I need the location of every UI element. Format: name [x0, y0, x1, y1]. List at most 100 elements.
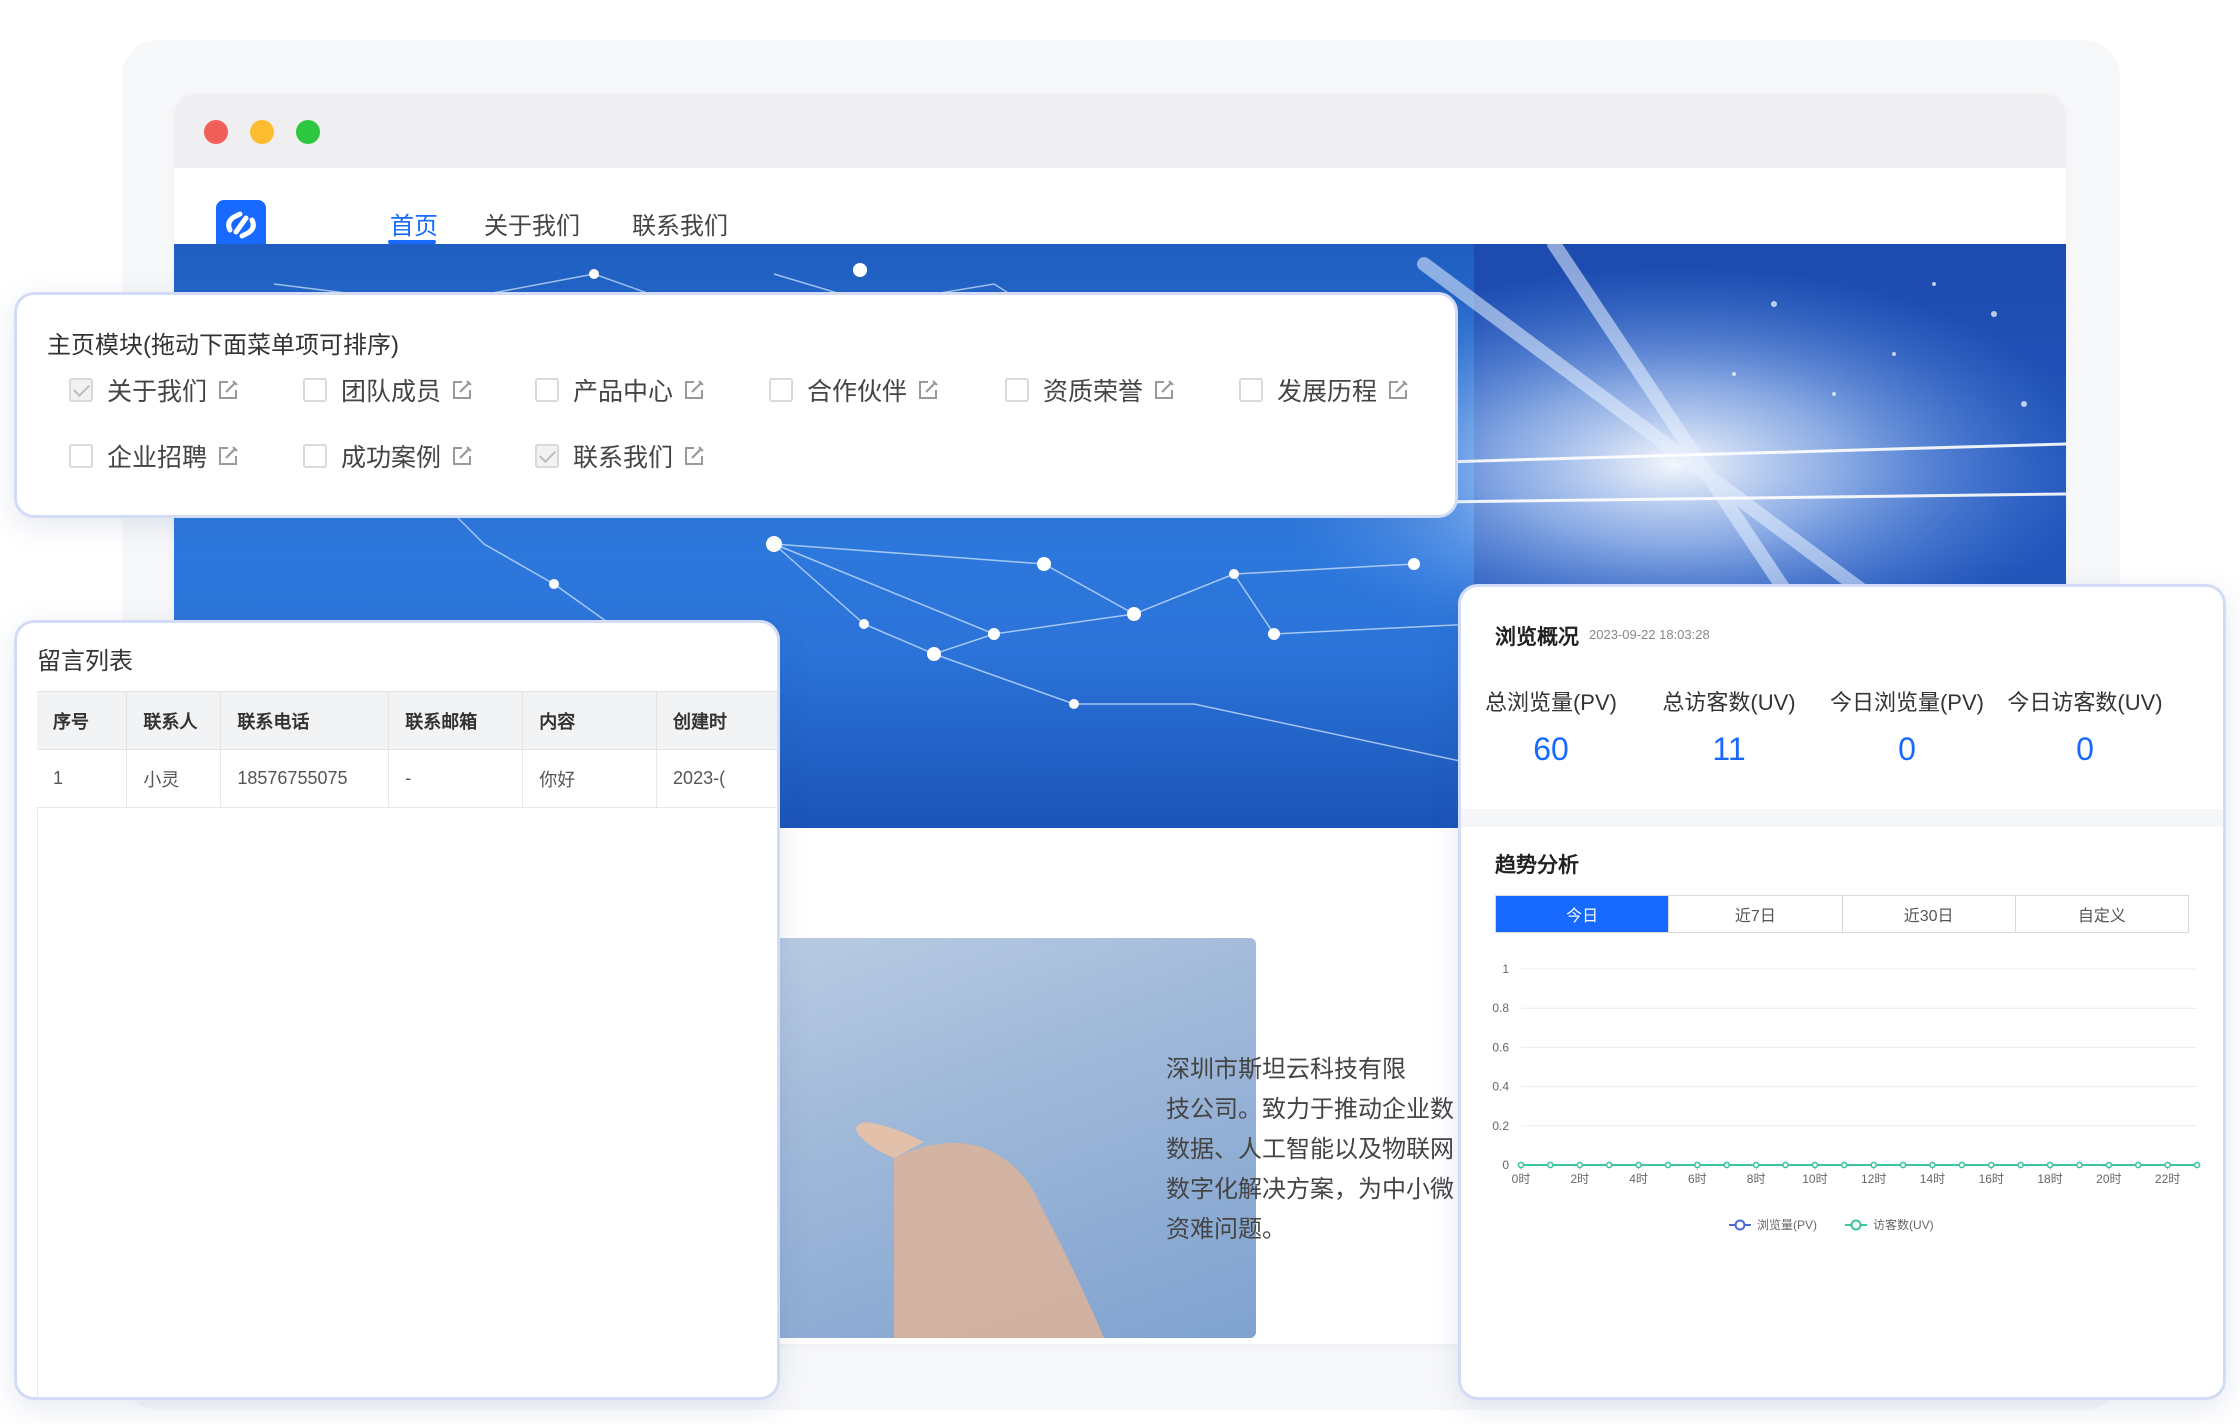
tab-custom[interactable]: 自定义: [2016, 896, 2188, 932]
module-checkbox[interactable]: [769, 378, 793, 402]
metric-label: 今日访客数(UV): [2007, 690, 2163, 715]
close-window-dot[interactable]: [204, 120, 228, 144]
table-row[interactable]: 1 小灵 18576755075 - 你好 2023-(: [37, 749, 777, 808]
series-point: [1988, 1161, 1995, 1169]
series-point: [1958, 1161, 1966, 1169]
x-tick-label: 12时: [1861, 1172, 1886, 1186]
module-label: 企业招聘: [107, 444, 208, 472]
edit-icon[interactable]: [683, 379, 705, 401]
series-point: [1547, 1161, 1554, 1169]
y-tick-label: 0.6: [1492, 1040, 1509, 1054]
minimize-window-dot[interactable]: [250, 120, 274, 144]
column-header-created[interactable]: 创建时: [656, 691, 777, 750]
module-checkbox[interactable]: [69, 378, 93, 402]
series-point: [1899, 1161, 1907, 1169]
module-checkbox[interactable]: [535, 378, 559, 402]
module-item[interactable]: 发展历程: [1239, 373, 1409, 407]
module-checkbox[interactable]: [303, 378, 327, 402]
module-label: 产品中心: [573, 378, 674, 406]
x-tick-label: 2时: [1570, 1172, 1589, 1186]
trend-range-tabs: 今日 近7日 近30日 自定义: [1495, 895, 2189, 933]
cell-contact: 小灵: [126, 749, 222, 808]
edit-icon[interactable]: [451, 445, 473, 467]
module-item[interactable]: 企业招聘: [69, 439, 239, 473]
module-item[interactable]: 产品中心: [535, 373, 705, 407]
y-tick-label: 0.4: [1492, 1080, 1509, 1094]
module-checkbox[interactable]: [535, 444, 559, 468]
x-tick-label: 6时: [1688, 1172, 1707, 1186]
metric-label: 今日浏览量(PV): [1829, 690, 1984, 715]
edit-icon[interactable]: [917, 379, 939, 401]
module-item[interactable]: 资质荣誉: [1005, 373, 1175, 407]
series-point: [1929, 1161, 1936, 1169]
y-tick-label: 1: [1502, 962, 1509, 976]
module-label: 合作伙伴: [807, 378, 908, 406]
series-point: [2134, 1161, 2142, 1169]
series-point: [1841, 1161, 1848, 1169]
messages-panel: 留言列表 序号 联系人 联系电话 联系邮箱 内容 创建时 1 小灵 185767…: [14, 620, 780, 1400]
column-header-index[interactable]: 序号: [37, 691, 128, 750]
metric-total-uv: 总访客数(UV) 11: [1639, 685, 1819, 768]
module-checkbox[interactable]: [303, 444, 327, 468]
series-point: [1782, 1161, 1789, 1169]
site-navbar: [174, 168, 2066, 244]
overview-title: 浏览概况: [1495, 626, 1579, 649]
module-checkbox[interactable]: [69, 444, 93, 468]
x-tick-label: 20时: [2096, 1172, 2121, 1186]
module-item[interactable]: 关于我们: [69, 373, 239, 407]
modules-title: 主页模块(拖动下面菜单项可排序): [47, 332, 399, 359]
cell-content: 你好: [522, 749, 658, 808]
maximize-window-dot[interactable]: [296, 120, 320, 144]
series-point: [1811, 1161, 1819, 1169]
edit-icon[interactable]: [217, 379, 239, 401]
column-header-phone[interactable]: 联系电话: [220, 691, 390, 750]
edit-icon[interactable]: [683, 445, 705, 467]
module-checkbox[interactable]: [1005, 378, 1029, 402]
series-point: [1605, 1161, 1613, 1169]
column-header-content[interactable]: 内容: [522, 691, 658, 750]
cell-created: 2023-(: [656, 749, 777, 808]
module-label: 发展历程: [1277, 378, 1378, 406]
series-point: [2164, 1161, 2171, 1169]
series-point: [2105, 1161, 2113, 1169]
metric-today-uv: 今日访客数(UV) 0: [1995, 685, 2175, 768]
tab-today[interactable]: 今日: [1496, 896, 1670, 932]
column-header-contact[interactable]: 联系人: [126, 691, 222, 750]
series-point: [2193, 1161, 2201, 1169]
column-header-email[interactable]: 联系邮箱: [388, 691, 524, 750]
cell-index: 1: [37, 749, 128, 808]
module-label: 关于我们: [107, 378, 208, 406]
module-label: 联系我们: [573, 444, 674, 472]
screenshot-stage: 首页 关于我们 联系我们 深圳市斯坦云科技有限 技公司。致力于推动企业数 数据、…: [0, 0, 2240, 1424]
x-tick-label: 22时: [2155, 1172, 2180, 1186]
metric-label: 总浏览量(PV): [1484, 690, 1617, 715]
nav-home[interactable]: 首页: [390, 206, 438, 241]
edit-icon[interactable]: [451, 379, 473, 401]
site-logo[interactable]: [216, 200, 266, 250]
module-item[interactable]: 联系我们: [535, 439, 705, 473]
company-intro-text: 深圳市斯坦云科技有限 技公司。致力于推动企业数 数据、人工智能以及物联网 数字化…: [1166, 1056, 1454, 1243]
series-point: [1576, 1161, 1584, 1169]
edit-icon[interactable]: [217, 445, 239, 467]
trend-line-chart: 00.20.40.60.810时 2时 4时 6时 8时 10时 12时 14时 16时 18时 2…: [1492, 962, 2201, 1232]
messages-table: 序号 联系人 联系电话 联系邮箱 内容 创建时 1 小灵 18576755075…: [37, 691, 777, 808]
metric-today-pv: 今日浏览量(PV) 0: [1817, 685, 1997, 768]
tab-last-7-days[interactable]: 近7日: [1669, 896, 1843, 932]
module-item[interactable]: 团队成员: [303, 373, 473, 407]
x-tick-label: 8时: [1747, 1172, 1766, 1186]
series-point: [2076, 1161, 2083, 1169]
module-item[interactable]: 合作伙伴: [769, 373, 939, 407]
edit-icon[interactable]: [1387, 379, 1409, 401]
module-item[interactable]: 成功案例: [303, 439, 473, 473]
y-tick-label: 0.8: [1492, 1001, 1509, 1015]
tab-last-30-days[interactable]: 近30日: [1843, 896, 2016, 932]
module-checkbox[interactable]: [1239, 378, 1263, 402]
nav-contact[interactable]: 联系我们: [632, 206, 728, 241]
trend-title: 趋势分析: [1495, 854, 1579, 877]
metric-value: 60: [1533, 731, 1569, 767]
x-tick-label: 0时: [1512, 1172, 1531, 1186]
y-tick-label: 0.2: [1492, 1119, 1509, 1133]
series-point: [1635, 1161, 1642, 1169]
edit-icon[interactable]: [1153, 379, 1175, 401]
nav-about[interactable]: 关于我们: [484, 206, 580, 241]
